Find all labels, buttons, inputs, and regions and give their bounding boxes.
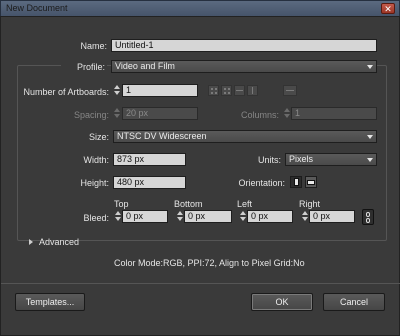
cancel-button[interactable]: Cancel [323,293,385,311]
grid-by-column-icon[interactable] [221,85,232,96]
disclosure-triangle-icon[interactable] [29,239,33,245]
portrait-orientation-icon[interactable] [290,176,302,188]
orientation-label: Orientation: [238,178,285,188]
size-value: NTSC DV Widescreen [117,131,207,141]
spacing-field: 20 px [122,107,198,120]
units-label: Units: [257,155,281,165]
artboards-label: Number of Artboards: [23,87,109,97]
profile-select[interactable]: Video and Film [111,60,377,73]
title-bar: New Document ✕ [0,0,400,16]
columns-field: 1 [291,107,377,120]
arrange-by-column-icon[interactable] [247,85,258,96]
footer-divider [1,283,400,284]
bleed-top-label: Top [114,199,129,209]
spacing-label: Spacing: [73,110,109,120]
name-label: Name: [80,41,107,51]
chevron-down-icon [367,65,373,69]
profile-label: Profile: [61,62,107,72]
units-value: Pixels [289,154,314,164]
bleed-label: Bleed: [83,213,109,223]
bleed-bottom-field[interactable]: 0 px [184,210,232,223]
bleed-left-field[interactable]: 0 px [247,210,293,223]
bleed-top-field[interactable]: 0 px [122,210,168,223]
bleed-top-spinner[interactable] [114,211,121,222]
artboards-spinner[interactable] [113,85,120,96]
ok-button[interactable]: OK [251,293,313,311]
window-title: New Document [6,3,68,13]
bleed-left-label: Left [237,199,253,209]
width-label: Width: [83,155,109,165]
name-field[interactable]: Untitled-1 [111,39,377,52]
size-select[interactable]: NTSC DV Widescreen [113,130,377,143]
height-label: Height: [80,178,109,188]
columns-spinner [283,108,290,119]
width-field[interactable]: 873 px [113,153,186,166]
document-summary: Color Mode:RGB, PPI:72, Align to Pixel G… [114,258,305,268]
height-field[interactable]: 480 px [113,176,186,189]
artboards-field[interactable]: 1 [122,84,198,97]
bleed-right-field[interactable]: 0 px [309,210,355,223]
close-icon[interactable]: ✕ [381,3,395,14]
grid-by-row-icon[interactable] [208,85,219,96]
chevron-down-icon [367,158,373,162]
units-select[interactable]: Pixels [285,153,377,166]
spacing-spinner [113,108,120,119]
bleed-bottom-label: Bottom [174,199,203,209]
landscape-orientation-icon[interactable] [305,176,317,188]
right-to-left-layout-icon[interactable] [283,85,297,96]
advanced-toggle[interactable]: Advanced [39,237,79,247]
chain-link-icon[interactable] [362,209,374,225]
columns-label: Columns: [240,110,279,120]
bleed-bottom-spinner[interactable] [176,211,183,222]
new-document-dialog: Name: Untitled-1 Profile: Video and Film… [0,16,400,336]
arrange-by-row-icon[interactable] [234,85,245,96]
size-label: Size: [88,132,109,142]
profile-value: Video and Film [115,61,175,71]
bleed-left-spinner[interactable] [239,211,246,222]
bleed-right-label: Right [299,199,321,209]
chevron-down-icon [367,135,373,139]
bleed-right-spinner[interactable] [301,211,308,222]
templates-button[interactable]: Templates... [15,293,85,311]
